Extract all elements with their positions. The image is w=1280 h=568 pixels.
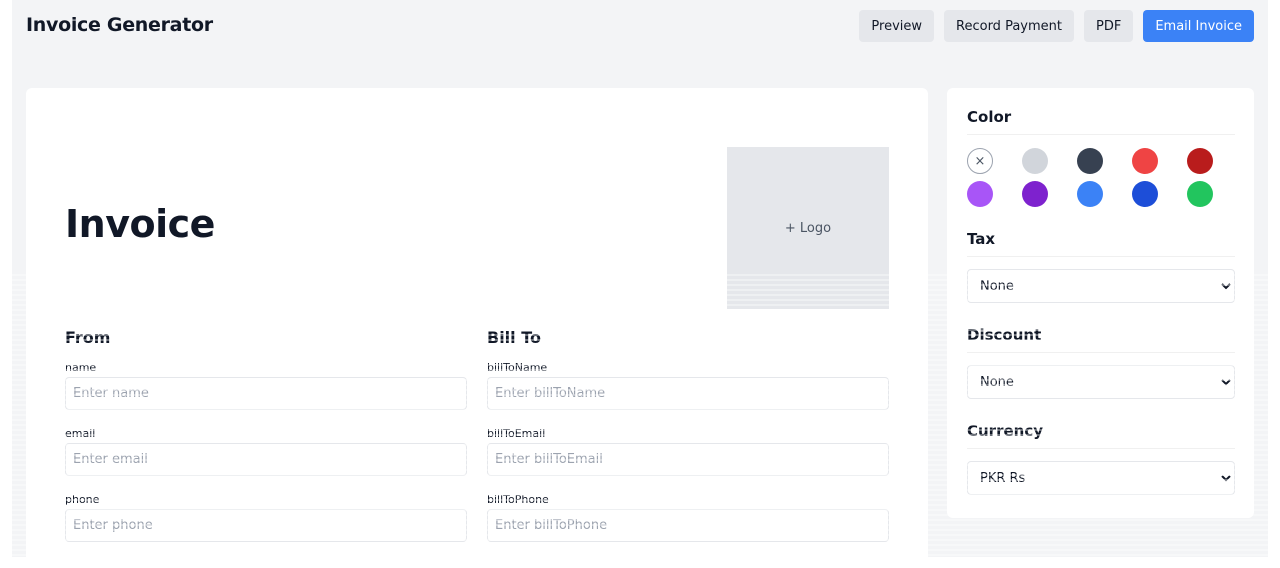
app-title: Invoice Generator [26, 14, 213, 36]
tax-section: Tax None [967, 230, 1235, 303]
currency-select[interactable]: PKR Rs [967, 461, 1235, 495]
from-section: From name email phone [65, 328, 467, 559]
invoice-heading: Invoice [65, 202, 215, 246]
color-swatch-blue[interactable] [1077, 181, 1103, 207]
clear-color-icon: × [974, 153, 986, 169]
currency-section: Currency PKR Rs [967, 422, 1235, 495]
pdf-button[interactable]: PDF [1083, 10, 1134, 42]
bill-to-section: Bill To billToName billToEmail billToPho… [487, 328, 889, 559]
from-name-label: name [65, 361, 97, 374]
bill-to-phone-input[interactable] [487, 509, 889, 542]
color-swatch-light-gray[interactable] [1022, 148, 1048, 174]
from-email-input[interactable] [65, 443, 467, 476]
invoice-card: Invoice + Logo From name email phone Bil… [26, 88, 928, 568]
discount-section: Discount None [967, 326, 1235, 399]
bill-to-title: Bill To [487, 328, 541, 347]
tax-select[interactable]: None [967, 269, 1235, 303]
from-title: From [65, 328, 111, 347]
color-swatch-purple[interactable] [1022, 181, 1048, 207]
bill-to-phone-label: billToPhone [487, 493, 549, 506]
color-swatch-none[interactable]: × [967, 148, 993, 174]
color-swatch-dark-blue[interactable] [1132, 181, 1158, 207]
color-swatch-dark-red[interactable] [1187, 148, 1213, 174]
discount-select[interactable]: None [967, 365, 1235, 399]
color-swatch-light-purple[interactable] [967, 181, 993, 207]
color-title: Color [967, 108, 1235, 135]
color-swatch-dark-gray[interactable] [1077, 148, 1103, 174]
from-name-input[interactable] [65, 377, 467, 410]
logo-upload-label: + Logo [784, 220, 832, 236]
from-phone-input[interactable] [65, 509, 467, 542]
from-email-label: email [65, 427, 96, 440]
color-section: Color × [967, 108, 1235, 207]
discount-title: Discount [967, 326, 1235, 353]
settings-panel: Color × Tax None Discount None Currency … [947, 88, 1254, 518]
preview-button[interactable]: Preview [859, 10, 935, 42]
currency-title: Currency [967, 422, 1235, 449]
logo-upload-button[interactable]: + Logo [727, 147, 889, 309]
tax-title: Tax [967, 230, 1235, 257]
record-payment-button[interactable]: Record Payment [944, 10, 1074, 42]
from-phone-label: phone [65, 493, 100, 506]
bill-to-email-input[interactable] [487, 443, 889, 476]
color-swatch-green[interactable] [1187, 181, 1213, 207]
email-invoice-button[interactable]: Email Invoice [1143, 10, 1254, 42]
color-swatch-red[interactable] [1132, 148, 1158, 174]
bill-to-email-label: billToEmail [487, 427, 546, 440]
color-swatches: × [967, 148, 1235, 207]
bill-to-name-label: billToName [487, 361, 548, 374]
toolbar: Preview Record Payment PDF Email Invoice [859, 10, 1254, 42]
bill-to-name-input[interactable] [487, 377, 889, 410]
